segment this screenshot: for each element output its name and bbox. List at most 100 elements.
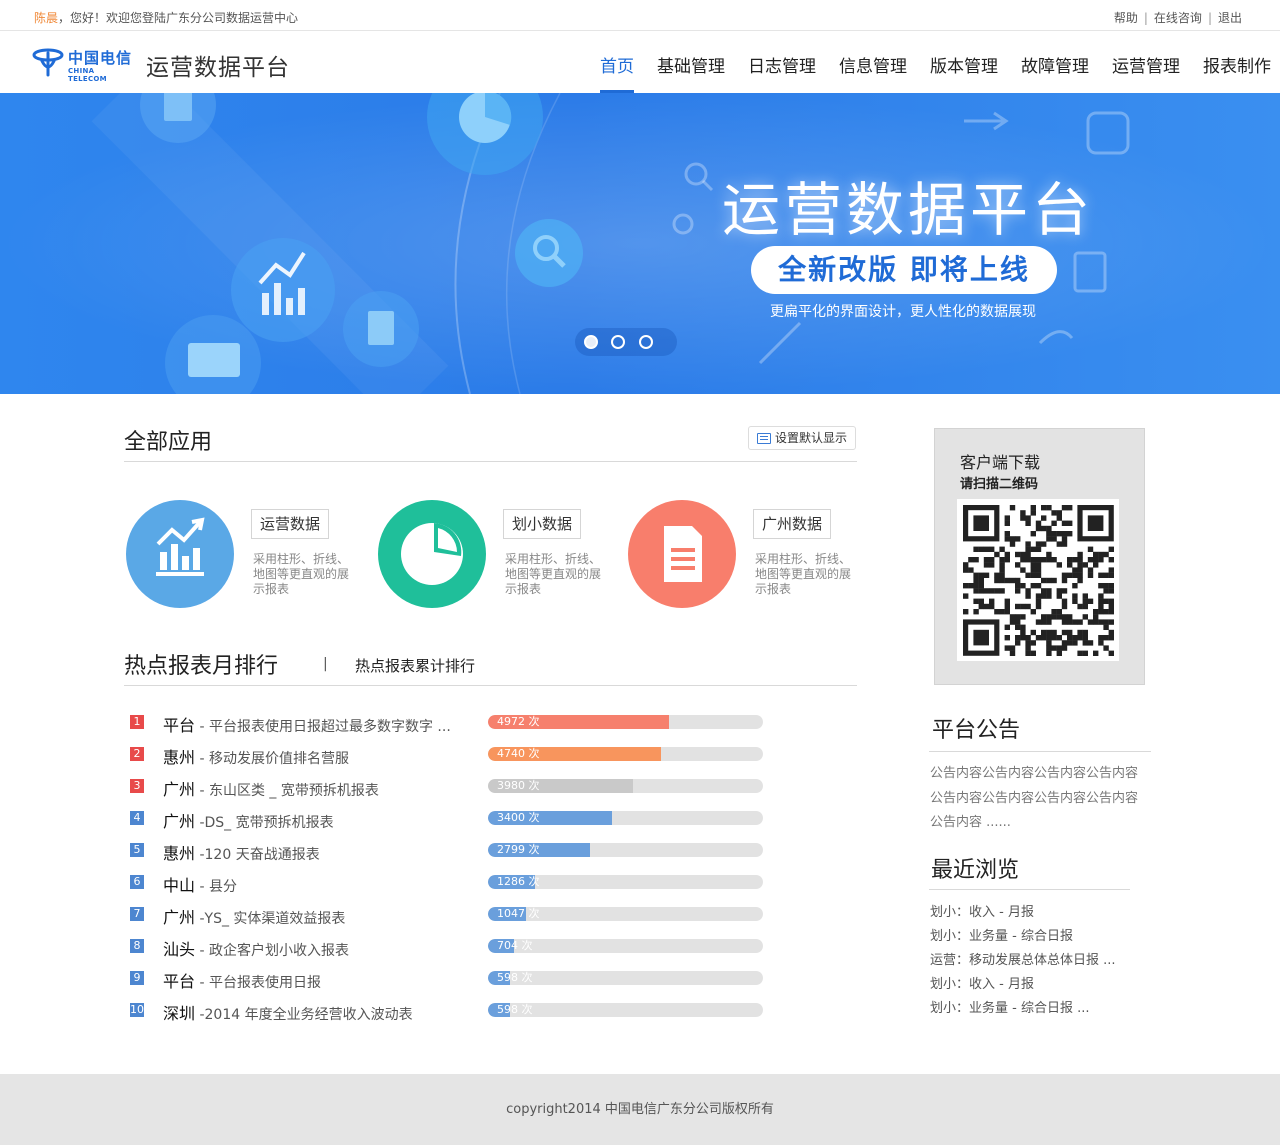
qr-code[interactable] xyxy=(957,499,1119,661)
report-city: 平台 xyxy=(163,716,196,735)
rank-number: 10 xyxy=(130,1003,144,1017)
report-name[interactable]: 惠州 -120 天奋战通报表 xyxy=(163,840,320,864)
report-title: - 政企客户划小收入报表 xyxy=(195,943,349,959)
banner-carousel[interactable]: 运营数据平台 全新改版 即将上线 更扁平化的界面设计，更人性化的数据展现 xyxy=(0,93,1280,394)
divider xyxy=(124,685,857,686)
usage-bar: 3400 次 xyxy=(488,811,763,825)
welcome-message: 陈晨，您好！欢迎您登陆广东分公司数据运营中心 xyxy=(34,9,298,26)
carousel-dot-3[interactable] xyxy=(639,335,653,349)
welcome-text: ，您好！欢迎您登陆广东分公司数据运营中心 xyxy=(58,11,299,25)
report-city: 广州 xyxy=(163,908,196,927)
app-description: 采用柱形、折线、地图等更直观的展示报表 xyxy=(253,552,350,596)
tab-total-ranking[interactable]: 热点报表累计排行 xyxy=(355,655,475,676)
report-city: 广州 xyxy=(163,780,196,799)
pie-chart-icon xyxy=(401,523,463,585)
usage-bar: 3980 次 xyxy=(488,779,763,793)
report-name[interactable]: 广州 - 东山区类 _ 宽带预拆机报表 xyxy=(163,776,379,800)
app-label[interactable]: 划小数据 xyxy=(503,509,582,539)
report-name[interactable]: 深圳 -2014 年度全业务经营收入波动表 xyxy=(163,1000,413,1024)
ranking-row[interactable]: 4 广州 -DS_ 宽带预拆机报表 3400 次 xyxy=(130,808,770,832)
download-subtitle: 请扫描二维码 xyxy=(960,477,1039,492)
rank-number: 9 xyxy=(130,971,144,985)
usage-bar: 2799 次 xyxy=(488,843,763,857)
report-title: -120 天奋战通报表 xyxy=(195,847,320,863)
nav-log-management[interactable]: 日志管理 xyxy=(748,31,816,93)
report-title: - 平台报表使用日报 xyxy=(195,975,321,991)
report-city: 广州 xyxy=(163,812,196,831)
carousel-dot-2[interactable] xyxy=(611,335,625,349)
nav-fault-management[interactable]: 故障管理 xyxy=(1021,31,1089,93)
app-guangzhou-data: 广州数据 采用柱形、折线、地图等更直观的展示报表 xyxy=(628,500,868,610)
usage-bar: 1047 次 xyxy=(488,907,763,921)
usage-bar: 598 次 xyxy=(488,971,763,985)
ranking-row[interactable]: 8 汕头 - 政企客户划小收入报表 704 次 xyxy=(130,936,770,960)
usage-count: 1047 次 xyxy=(497,907,540,920)
app-operation-data: 运营数据 采用柱形、折线、地图等更直观的展示报表 xyxy=(126,500,366,610)
app-description: 采用柱形、折线、地图等更直观的展示报表 xyxy=(505,552,602,596)
recent-item[interactable]: 划小：业务量 - 综合日报 ... xyxy=(930,999,1116,1023)
report-title: -DS_ 宽带预拆机报表 xyxy=(195,815,334,831)
nav-version-management[interactable]: 版本管理 xyxy=(930,31,998,93)
logout-link[interactable]: 退出 xyxy=(1218,11,1242,25)
document-icon xyxy=(664,526,702,582)
recent-item[interactable]: 划小：收入 - 月报 xyxy=(930,903,1116,927)
ranking-row[interactable]: 9 平台 - 平台报表使用日报 598 次 xyxy=(130,968,770,992)
report-city: 深圳 xyxy=(163,1004,196,1023)
nav-report-making[interactable]: 报表制作 xyxy=(1203,31,1271,93)
recent-item[interactable]: 运营：移动发展总体总体日报 ... xyxy=(930,951,1116,975)
report-city: 惠州 xyxy=(163,844,196,863)
notice-content: 公告内容公告内容公告内容公告内容公告内容公告内容公告内容公告内容公告内容 ...… xyxy=(930,766,1139,830)
report-name[interactable]: 平台 - 平台报表使用日报 xyxy=(163,968,321,992)
set-default-display-button[interactable]: 设置默认显示 xyxy=(748,426,856,450)
search-icon xyxy=(515,219,583,287)
nav-info-management[interactable]: 信息管理 xyxy=(839,31,907,93)
nav-basic-management[interactable]: 基础管理 xyxy=(657,31,725,93)
app-description: 采用柱形、折线、地图等更直观的展示报表 xyxy=(755,552,852,596)
app-label[interactable]: 运营数据 xyxy=(251,509,330,539)
ranking-row[interactable]: 6 中山 - 县分 1286 次 xyxy=(130,872,770,896)
divider: | xyxy=(1143,11,1148,25)
report-city: 汕头 xyxy=(163,940,196,959)
recent-item[interactable]: 划小：业务量 - 综合日报 xyxy=(930,927,1116,951)
report-title: - 县分 xyxy=(195,879,237,895)
report-name[interactable]: 中山 - 县分 xyxy=(163,872,237,896)
header: 中国电信 CHINA TELECOM 运营数据平台 首页 基础管理 日志管理 信… xyxy=(0,31,1280,93)
ranking-row[interactable]: 7 广州 -YS_ 实体渠道效益报表 1047 次 xyxy=(130,904,770,928)
app-label[interactable]: 广州数据 xyxy=(753,509,832,539)
usage-bar: 1286 次 xyxy=(488,875,763,889)
rank-number: 7 xyxy=(130,907,144,921)
user-name[interactable]: 陈晨 xyxy=(34,11,58,25)
report-name[interactable]: 汕头 - 政企客户划小收入报表 xyxy=(163,936,349,960)
report-name[interactable]: 平台 - 平台报表使用日报超过最多数字数字 ... xyxy=(163,712,451,736)
ranking-row[interactable]: 1 平台 - 平台报表使用日报超过最多数字数字 ... 4972 次 xyxy=(130,712,770,736)
nav-home[interactable]: 首页 xyxy=(600,31,634,93)
app-icon-circle[interactable] xyxy=(378,500,486,608)
usage-bar: 704 次 xyxy=(488,939,763,953)
ranking-row[interactable]: 5 惠州 -120 天奋战通报表 2799 次 xyxy=(130,840,770,864)
ranking-row[interactable]: 10 深圳 -2014 年度全业务经营收入波动表 598 次 xyxy=(130,1000,770,1024)
report-name[interactable]: 广州 -YS_ 实体渠道效益报表 xyxy=(163,904,345,928)
rank-number: 5 xyxy=(130,843,144,857)
usage-count: 2799 次 xyxy=(497,843,540,856)
recent-item[interactable]: 划小：收入 - 月报 xyxy=(930,975,1116,999)
bar-chart-icon xyxy=(156,517,205,576)
ranking-row[interactable]: 3 广州 - 东山区类 _ 宽带预拆机报表 3980 次 xyxy=(130,776,770,800)
report-name[interactable]: 广州 -DS_ 宽带预拆机报表 xyxy=(163,808,334,832)
report-name[interactable]: 惠州 - 移动发展价值排名营服 xyxy=(163,744,349,768)
divider xyxy=(124,461,857,462)
usage-count: 598 次 xyxy=(497,971,533,984)
report-title: -YS_ 实体渠道效益报表 xyxy=(195,911,346,927)
all-apps-title: 全部应用 xyxy=(124,430,213,455)
ranking-row[interactable]: 2 惠州 - 移动发展价值排名营服 4740 次 xyxy=(130,744,770,768)
help-link[interactable]: 帮助 xyxy=(1114,11,1138,25)
logo-text-cn: 中国电信 xyxy=(68,49,133,67)
app-icon-circle[interactable] xyxy=(628,500,736,608)
carousel-dot-1[interactable] xyxy=(584,335,598,349)
online-consult-link[interactable]: 在线咨询 xyxy=(1154,11,1202,25)
app-segment-data: 划小数据 采用柱形、折线、地图等更直观的展示报表 xyxy=(378,500,618,610)
tab-monthly-ranking[interactable]: 热点报表月排行 xyxy=(124,648,278,680)
app-icon-circle[interactable] xyxy=(126,500,234,608)
set-default-label: 设置默认显示 xyxy=(775,431,848,445)
china-telecom-logo[interactable]: 中国电信 CHINA TELECOM xyxy=(32,45,133,83)
nav-operation-management[interactable]: 运营管理 xyxy=(1112,31,1180,93)
